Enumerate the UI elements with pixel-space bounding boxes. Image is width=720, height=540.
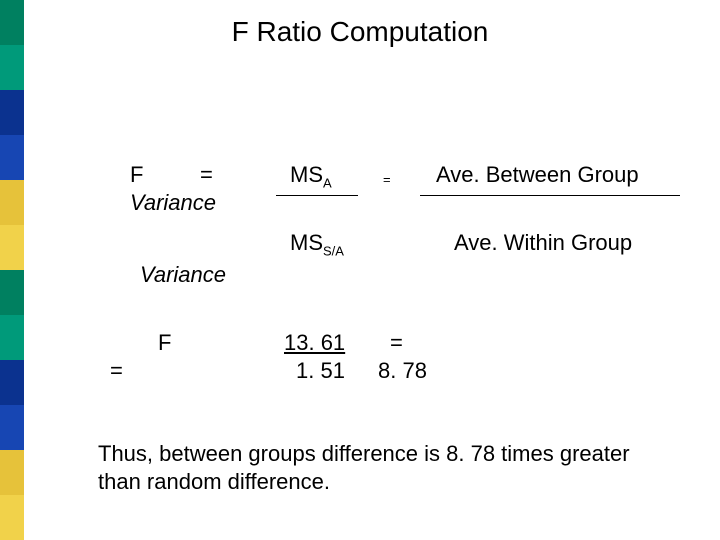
equals-2: = — [390, 330, 403, 356]
calc-numerator: 13. 61 — [284, 330, 345, 356]
equals-3: = — [110, 358, 123, 384]
ave-between: Ave. Between Group — [436, 162, 639, 188]
fraction-rule-between — [420, 195, 680, 196]
ms-sa-sub: S/A — [323, 243, 344, 258]
ms-a-sub: A — [323, 175, 332, 190]
calc-denominator: 1. 51 — [296, 358, 345, 384]
ms-a-base: MS — [290, 162, 323, 187]
f-symbol: F — [130, 162, 143, 188]
f-symbol-2: F — [158, 330, 171, 356]
variance-bottom: Variance — [140, 262, 226, 288]
ms-a: MSA — [290, 162, 332, 190]
decorative-sidebar — [0, 0, 24, 540]
equals-small: = — [383, 172, 391, 187]
calc-result: 8. 78 — [378, 358, 427, 384]
fraction-rule-msa — [276, 195, 358, 196]
equals-1: = — [200, 162, 213, 188]
conclusion-text: Thus, between groups difference is 8. 78… — [98, 440, 658, 495]
variance-top: Variance — [130, 190, 216, 216]
ms-sa: MSS/A — [290, 230, 344, 258]
ave-within: Ave. Within Group — [454, 230, 632, 256]
ms-sa-base: MS — [290, 230, 323, 255]
page-title: F Ratio Computation — [0, 16, 720, 48]
